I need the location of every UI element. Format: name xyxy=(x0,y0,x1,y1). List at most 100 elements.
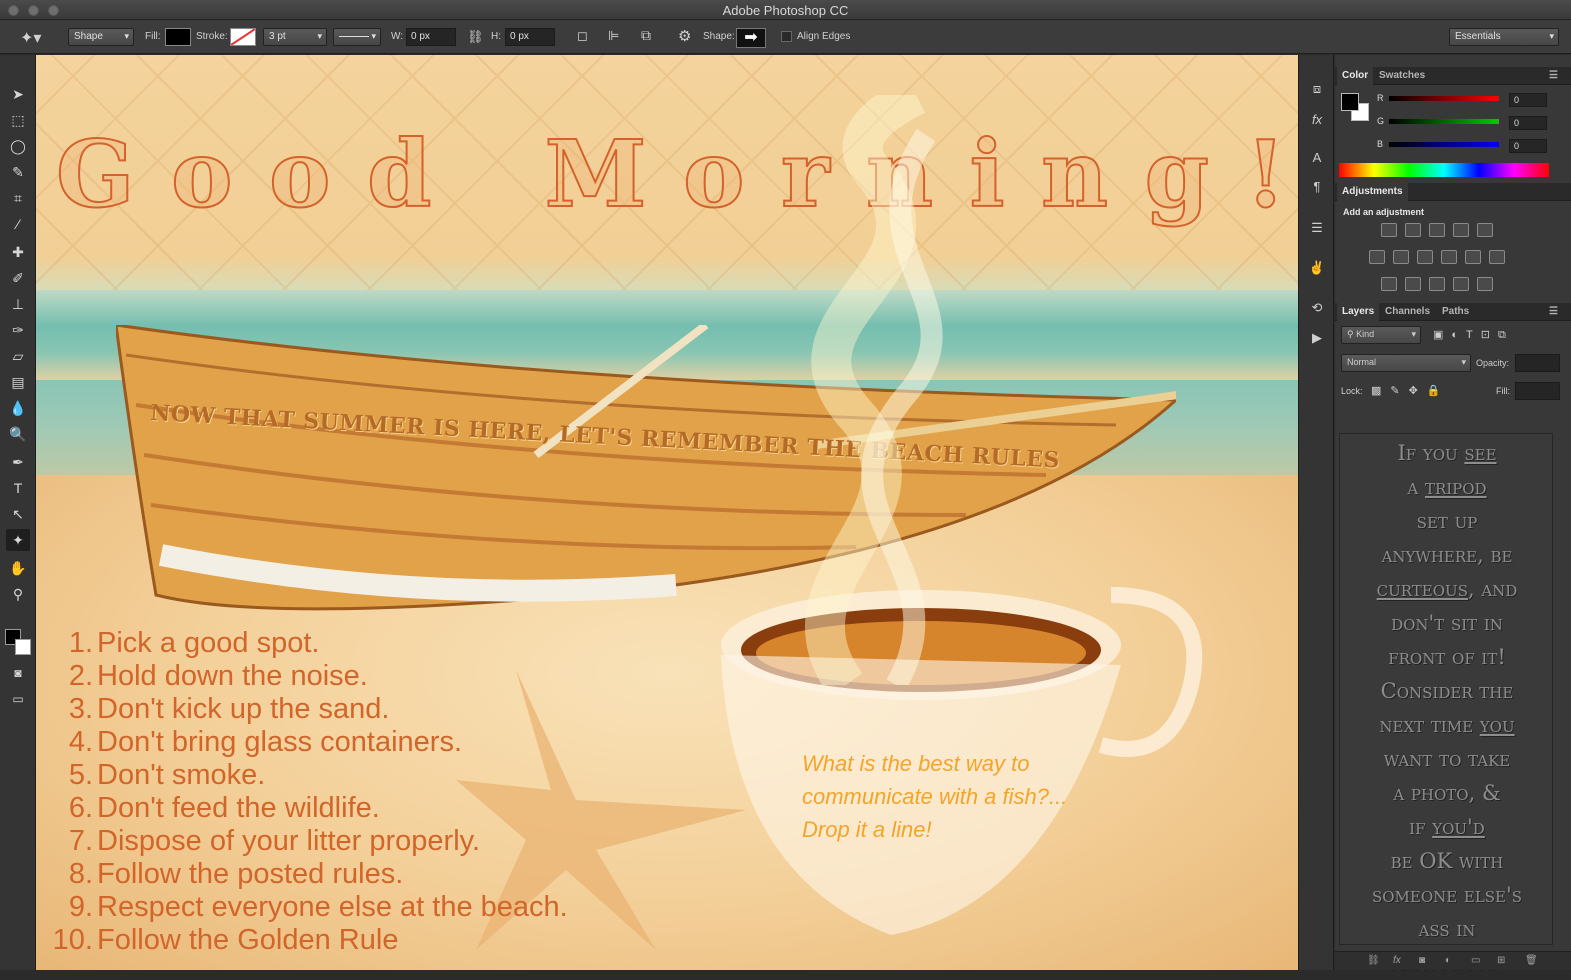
quote-line: anywhere, be xyxy=(1381,543,1513,567)
properties-panel-icon[interactable]: ☰ xyxy=(1307,218,1327,238)
clone-stamp-tool-icon[interactable]: ⊥ xyxy=(6,293,30,315)
lock-icons[interactable]: ▩✎✥🔒 xyxy=(1371,384,1450,397)
channel-mixer-icon[interactable] xyxy=(1465,250,1481,264)
green-value-field[interactable]: 0 xyxy=(1509,116,1547,130)
character-panel-icon[interactable]: A xyxy=(1307,148,1327,168)
tab-layers[interactable]: Layers xyxy=(1337,303,1380,321)
new-group-icon[interactable]: ▭ xyxy=(1471,955,1480,966)
hand-tool-icon[interactable]: ✋ xyxy=(6,557,30,579)
layer-filter-select[interactable]: ⚲ Kind xyxy=(1341,326,1421,344)
history-brush-tool-icon[interactable]: ✑ xyxy=(6,319,30,341)
red-value-field[interactable]: 0 xyxy=(1509,93,1547,107)
quick-mask-icon[interactable]: ◙ xyxy=(6,662,30,684)
color-balance-icon[interactable] xyxy=(1393,250,1409,264)
blue-ramp[interactable] xyxy=(1389,142,1499,147)
selective-color-icon[interactable] xyxy=(1453,277,1469,291)
invert-icon[interactable] xyxy=(1381,277,1397,291)
blue-value-field[interactable]: 0 xyxy=(1509,139,1547,153)
brush-tool-icon[interactable]: ✐ xyxy=(6,267,30,289)
trash-icon[interactable]: 🗑 xyxy=(1525,955,1538,966)
layer-filter-icons[interactable]: ▣◐T⊡⧉ xyxy=(1433,328,1514,342)
green-ramp[interactable] xyxy=(1389,119,1499,124)
new-adjustment-icon[interactable]: ◐ xyxy=(1445,955,1451,966)
green-slider[interactable]: G 0 xyxy=(1377,116,1567,132)
blur-tool-icon[interactable]: 💧 xyxy=(6,397,30,419)
blend-mode-select[interactable]: Normal xyxy=(1341,354,1471,372)
screen-mode-icon[interactable]: ▭ xyxy=(6,688,30,710)
tool-presets-icon[interactable]: ✌ xyxy=(1307,258,1327,278)
stroke-type-select[interactable] xyxy=(333,28,381,46)
eraser-tool-icon[interactable]: ▱ xyxy=(6,345,30,367)
quick-select-tool-icon[interactable]: ✎ xyxy=(6,161,30,183)
add-style-icon[interactable]: fx xyxy=(1393,955,1401,966)
photo-filter-icon[interactable] xyxy=(1441,250,1457,264)
exposure-icon[interactable] xyxy=(1453,223,1469,237)
background-color-swatch[interactable] xyxy=(15,639,31,655)
styles-fx-icon[interactable]: fx xyxy=(1307,110,1327,130)
align-edges-checkbox[interactable] xyxy=(781,31,792,42)
crop-tool-icon[interactable]: ⌗ xyxy=(6,187,30,209)
opacity-field[interactable] xyxy=(1515,354,1560,372)
red-ramp[interactable] xyxy=(1389,96,1499,101)
link-layers-icon[interactable]: ⛓ xyxy=(1367,955,1380,966)
path-selection-tool-icon[interactable]: ↖ xyxy=(6,503,30,525)
fill-swatch[interactable] xyxy=(165,28,191,46)
lasso-tool-icon[interactable]: ◯ xyxy=(6,135,30,157)
marquee-tool-icon[interactable]: ⬚ xyxy=(6,109,30,131)
tool-mode-select[interactable]: Shape xyxy=(68,28,134,46)
gradient-map-icon[interactable] xyxy=(1477,277,1493,291)
color-spectrum-ramp[interactable] xyxy=(1339,163,1549,177)
blue-slider[interactable]: B 0 xyxy=(1377,139,1567,155)
layer-content-preview[interactable]: If you see a tripod set up anywhere, be curt… xyxy=(1339,433,1553,975)
brightness-icon[interactable] xyxy=(1381,223,1397,237)
foreground-swatch[interactable] xyxy=(1341,93,1359,111)
shape-picker[interactable]: ➡ xyxy=(736,28,766,48)
document-canvas[interactable]: Go o d Mo r n i n g! NOW THAT SUMMER IS HERE, LE… xyxy=(36,55,1298,970)
add-mask-icon[interactable]: ◙ xyxy=(1419,955,1425,966)
rule-text: Don't kick up the sand. xyxy=(97,693,390,725)
link-icon[interactable]: ⛓ xyxy=(467,29,484,45)
curves-icon[interactable] xyxy=(1429,223,1445,237)
tab-channels[interactable]: Channels xyxy=(1385,306,1430,317)
quote-line: front of it! xyxy=(1388,645,1506,669)
pen-tool-icon[interactable]: ✒ xyxy=(6,451,30,473)
custom-shape-tool-preset-icon[interactable]: ✦▾ xyxy=(20,28,41,48)
tab-adjustments[interactable]: Adjustments xyxy=(1337,183,1408,201)
posterize-icon[interactable] xyxy=(1405,277,1421,291)
color-lookup-icon[interactable] xyxy=(1489,250,1505,264)
gradient-tool-icon[interactable]: ▤ xyxy=(6,371,30,393)
tab-color[interactable]: Color xyxy=(1337,67,1374,85)
actions-play-icon[interactable]: ▶ xyxy=(1307,328,1327,348)
width-field[interactable]: 0 px xyxy=(406,28,456,46)
libraries-icon[interactable]: ⧈ xyxy=(1307,79,1327,99)
fill-opacity-field[interactable] xyxy=(1515,382,1560,400)
panel-menu-icon[interactable]: ☰ xyxy=(1549,70,1558,81)
custom-shape-tool-icon[interactable]: ✦ xyxy=(6,529,30,551)
stroke-size-select[interactable]: 3 pt xyxy=(263,28,327,46)
red-slider[interactable]: R 0 xyxy=(1377,93,1567,109)
tab-paths[interactable]: Paths xyxy=(1442,306,1469,317)
healing-brush-tool-icon[interactable]: ✚ xyxy=(6,241,30,263)
panel-menu-icon[interactable]: ☰ xyxy=(1549,306,1558,317)
path-operations-icon[interactable]: ◻ xyxy=(577,28,588,44)
gear-icon[interactable]: ⚙ xyxy=(678,27,691,45)
new-layer-icon[interactable]: ⊞ xyxy=(1497,955,1505,966)
dodge-tool-icon[interactable]: 🔍 xyxy=(6,423,30,445)
height-field[interactable]: 0 px xyxy=(505,28,555,46)
stroke-swatch[interactable] xyxy=(230,28,256,46)
type-tool-icon[interactable]: T xyxy=(6,477,30,499)
path-alignment-icon[interactable]: ⊫ xyxy=(608,28,619,44)
threshold-icon[interactable] xyxy=(1429,277,1445,291)
hue-saturation-icon[interactable] xyxy=(1369,250,1385,264)
paragraph-panel-icon[interactable]: ¶ xyxy=(1307,177,1327,197)
vibrance-icon[interactable] xyxy=(1477,223,1493,237)
levels-icon[interactable] xyxy=(1405,223,1421,237)
history-panel-icon[interactable]: ⟲ xyxy=(1307,298,1327,318)
eyedropper-tool-icon[interactable]: ⁄ xyxy=(6,213,30,235)
move-tool-icon[interactable]: ➤ xyxy=(6,83,30,105)
zoom-tool-icon[interactable]: ⚲ xyxy=(6,583,30,605)
path-arrangement-icon[interactable]: ⧉ xyxy=(641,27,651,44)
workspace-select[interactable]: Essentials xyxy=(1449,28,1559,46)
tab-swatches[interactable]: Swatches xyxy=(1379,70,1425,81)
black-white-icon[interactable] xyxy=(1417,250,1433,264)
